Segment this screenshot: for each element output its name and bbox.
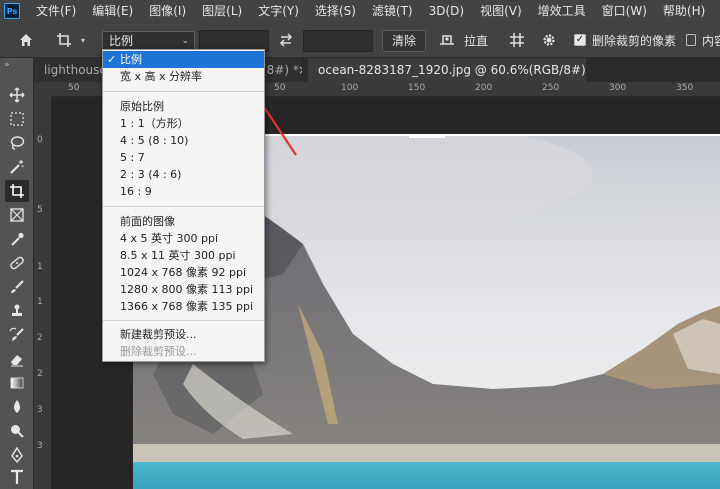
dodge-tool-icon[interactable] xyxy=(5,420,29,442)
marquee-tool-icon[interactable] xyxy=(5,108,29,130)
chevron-down-icon: ⌄ xyxy=(181,36,189,46)
ruler-label: 1 xyxy=(37,297,43,307)
photoshop-logo-icon[interactable]: Ps xyxy=(4,3,20,19)
ratio-select-value: 比例 xyxy=(109,34,134,48)
ratio-option-16-9[interactable]: 16 : 9 xyxy=(103,183,264,200)
content-aware-option[interactable]: 内容 xyxy=(686,22,720,58)
close-icon[interactable]: × xyxy=(298,58,302,82)
ruler-label: 0 xyxy=(37,135,43,145)
clear-button[interactable]: 清除 xyxy=(382,30,426,52)
check-icon: ✓ xyxy=(107,53,117,66)
tab-label-suffix: (8#) * xyxy=(262,63,299,77)
ruler-label: 50 xyxy=(274,83,286,93)
eraser-tool-icon[interactable] xyxy=(5,348,29,370)
ruler-label: 1 xyxy=(37,262,43,272)
ruler-label: 200 xyxy=(475,83,493,93)
content-aware-checkbox[interactable] xyxy=(686,34,696,46)
straighten-icon[interactable] xyxy=(435,22,459,58)
delete-cropped-checkbox[interactable]: ✓ xyxy=(574,34,586,46)
ratio-option-original[interactable]: 原始比例 xyxy=(103,98,264,115)
magic-wand-tool-icon[interactable] xyxy=(5,156,29,178)
clone-stamp-tool-icon[interactable] xyxy=(5,300,29,322)
eyedropper-tool-icon[interactable] xyxy=(5,228,29,250)
menu-select[interactable]: 选择(S) xyxy=(307,0,364,22)
chevron-down-icon[interactable]: ▾ xyxy=(76,22,90,58)
ruler-label: 150 xyxy=(408,83,426,93)
ruler-label: 3 xyxy=(37,405,43,415)
ratio-option-2-3[interactable]: 2 : 3 (4 : 6) xyxy=(103,166,264,183)
ratio-option-ratio[interactable]: ✓ 比例 xyxy=(103,51,264,68)
tab-label: ocean-8283187_1920.jpg @ 60.6%(RGB/8#) xyxy=(318,63,586,77)
crop-handle-top[interactable] xyxy=(409,134,445,138)
gradient-tool-icon[interactable] xyxy=(5,372,29,394)
menu-layer[interactable]: 图层(L) xyxy=(194,0,250,22)
swap-dimensions-icon[interactable] xyxy=(276,22,296,58)
gear-icon[interactable] xyxy=(538,22,560,58)
vertical-ruler[interactable]: 0 5 1 1 2 2 3 3 xyxy=(34,97,52,489)
menu-help[interactable]: 帮助(H) xyxy=(655,0,713,22)
menu-divider xyxy=(103,206,264,207)
crop-tool-icon[interactable] xyxy=(5,180,29,202)
panel-collapse-icon[interactable]: » xyxy=(0,58,33,76)
preset-1366x768[interactable]: 1366 x 768 像素 135 ppi xyxy=(103,298,264,315)
menu-filter[interactable]: 滤镜(T) xyxy=(364,0,421,22)
preset-8-5x11-inch[interactable]: 8.5 x 11 英寸 300 ppi xyxy=(103,247,264,264)
delete-crop-preset: 删除裁剪预设... xyxy=(120,345,197,358)
ruler-label: 300 xyxy=(609,83,627,93)
ruler-label: 5 xyxy=(37,205,43,215)
ruler-label: 2 xyxy=(37,333,43,343)
ratio-option-1-1[interactable]: 1 : 1（方形） xyxy=(103,115,264,132)
type-tool-icon[interactable] xyxy=(5,466,29,488)
pen-tool-icon[interactable] xyxy=(5,444,29,466)
straighten-label[interactable]: 拉直 xyxy=(462,22,490,58)
ratio-select[interactable]: 比例 ⌄ xyxy=(102,31,195,51)
menu-bar: Ps 文件(F) 编辑(E) 图像(I) 图层(L) 文字(Y) 选择(S) 滤… xyxy=(0,0,720,22)
menu-window[interactable]: 窗口(W) xyxy=(594,0,655,22)
menu-3d[interactable]: 3D(D) xyxy=(421,0,472,22)
home-icon[interactable] xyxy=(12,22,40,58)
menu-plugins[interactable]: 增效工具 xyxy=(530,0,594,22)
preset-1280x800[interactable]: 1280 x 800 像素 113 ppi xyxy=(103,281,264,298)
menu-divider xyxy=(103,320,264,321)
ratio-option-4-5[interactable]: 4 : 5 (8 : 10) xyxy=(103,132,264,149)
ratio-option-width-height-resolution[interactable]: 宽 x 高 x 分辨率 xyxy=(103,68,264,85)
height-field[interactable] xyxy=(303,30,373,52)
overlay-grid-icon[interactable] xyxy=(506,22,528,58)
delete-cropped-pixels-option[interactable]: ✓ 删除裁剪的像素 xyxy=(574,22,694,58)
blur-tool-icon[interactable] xyxy=(5,396,29,418)
ruler-label: 2 xyxy=(37,369,43,379)
ratio-option-front-image[interactable]: 前面的图像 xyxy=(103,213,264,230)
frame-tool-icon[interactable] xyxy=(5,204,29,226)
lasso-tool-icon[interactable] xyxy=(5,132,29,154)
healing-brush-tool-icon[interactable] xyxy=(5,252,29,274)
preset-1024x768[interactable]: 1024 x 768 像素 92 ppi xyxy=(103,264,264,281)
ruler-label: 3 xyxy=(37,441,43,451)
tab-ocean[interactable]: ocean-8283187_1920.jpg @ 60.6%(RGB/8#)× xyxy=(308,58,586,82)
history-brush-tool-icon[interactable] xyxy=(5,324,29,346)
preset-4x5-inch[interactable]: 4 x 5 英寸 300 ppi xyxy=(103,230,264,247)
ruler-label: 250 xyxy=(542,83,560,93)
ruler-label: 350 xyxy=(676,83,694,93)
menu-type[interactable]: 文字(Y) xyxy=(250,0,307,22)
menu-image[interactable]: 图像(I) xyxy=(141,0,194,22)
tools-panel: » xyxy=(0,58,34,489)
menu-file[interactable]: 文件(F) xyxy=(28,0,84,22)
ratio-option-5-7[interactable]: 5 : 7 xyxy=(103,149,264,166)
brush-tool-icon[interactable] xyxy=(5,276,29,298)
crop-tool-preset-icon[interactable] xyxy=(52,22,76,58)
new-crop-preset[interactable]: 新建裁剪预设... xyxy=(103,326,264,343)
menu-edit[interactable]: 编辑(E) xyxy=(84,0,141,22)
menu-divider xyxy=(103,91,264,92)
menu-view[interactable]: 视图(V) xyxy=(472,0,530,22)
move-tool-icon[interactable] xyxy=(5,84,29,106)
ratio-dropdown-menu: ✓ 比例 宽 x 高 x 分辨率 原始比例 1 : 1（方形） 4 : 5 (8 … xyxy=(102,49,265,362)
ruler-label: 50 xyxy=(68,83,80,93)
ruler-label: 100 xyxy=(341,83,359,93)
ruler-corner xyxy=(34,82,52,97)
